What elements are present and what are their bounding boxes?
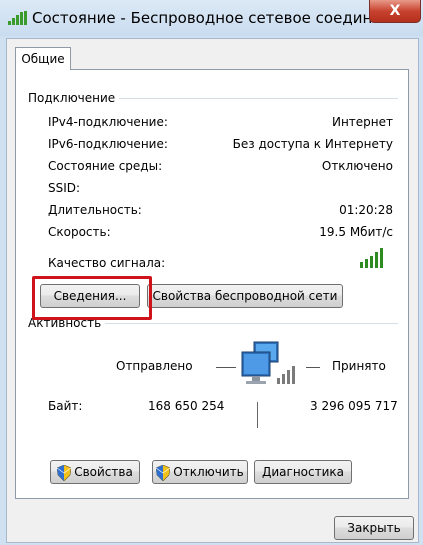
ipv6-value: Без доступа к Интернету bbox=[232, 137, 393, 151]
uac-shield-icon bbox=[156, 464, 171, 481]
signal-quality-icon bbox=[360, 248, 383, 268]
details-highlight-frame bbox=[32, 276, 152, 320]
bytes-label: Байт: bbox=[48, 399, 83, 413]
media-state-value: Отключено bbox=[321, 159, 393, 173]
signal-quality-label: Качество сигнала: bbox=[48, 256, 166, 270]
dialog-client: Общие Подключение IPv4-подключение: Инте… bbox=[6, 38, 419, 543]
bytes-received-value: 3 296 095 717 bbox=[310, 399, 398, 413]
diagnose-button[interactable]: Диагностика bbox=[254, 460, 352, 484]
uac-shield-icon bbox=[57, 464, 72, 481]
disable-button[interactable]: Отключить bbox=[152, 460, 248, 484]
connection-heading: Подключение bbox=[28, 91, 120, 105]
window-title: Состояние - Беспроводное сетевое соедине… bbox=[32, 9, 416, 27]
duration-label: Длительность: bbox=[48, 203, 142, 217]
speed-value: 19.5 Мбит/с bbox=[319, 225, 393, 239]
tab-general[interactable]: Общие bbox=[15, 47, 71, 70]
ipv6-label: IPv6-подключение: bbox=[48, 137, 168, 151]
wireless-properties-button[interactable]: Свойства беспроводной сети bbox=[147, 284, 343, 308]
ipv4-value: Интернет bbox=[331, 115, 393, 129]
disable-button-label: Отключить bbox=[173, 465, 244, 479]
network-computers-icon bbox=[241, 341, 295, 384]
signal-strength-icon bbox=[8, 11, 27, 25]
ipv4-label: IPv4-подключение: bbox=[48, 115, 168, 129]
close-button[interactable]: Закрыть bbox=[334, 516, 414, 540]
title-bar: Состояние - Беспроводное сетевое соедине… bbox=[0, 0, 423, 36]
bytes-sent-value: 168 650 254 bbox=[148, 399, 225, 413]
close-window-button[interactable]: X bbox=[369, 0, 421, 23]
sent-label: Отправлено bbox=[116, 359, 193, 373]
received-label: Принято bbox=[332, 359, 386, 373]
ssid-label: SSID: bbox=[48, 181, 81, 195]
properties-button[interactable]: Свойства bbox=[50, 460, 140, 484]
received-line bbox=[306, 367, 320, 368]
properties-button-label: Свойства bbox=[74, 465, 133, 479]
duration-value: 01:20:28 bbox=[339, 203, 393, 217]
link-line bbox=[257, 402, 258, 428]
speed-label: Скорость: bbox=[48, 225, 111, 239]
media-state-label: Состояние среды: bbox=[48, 159, 163, 173]
